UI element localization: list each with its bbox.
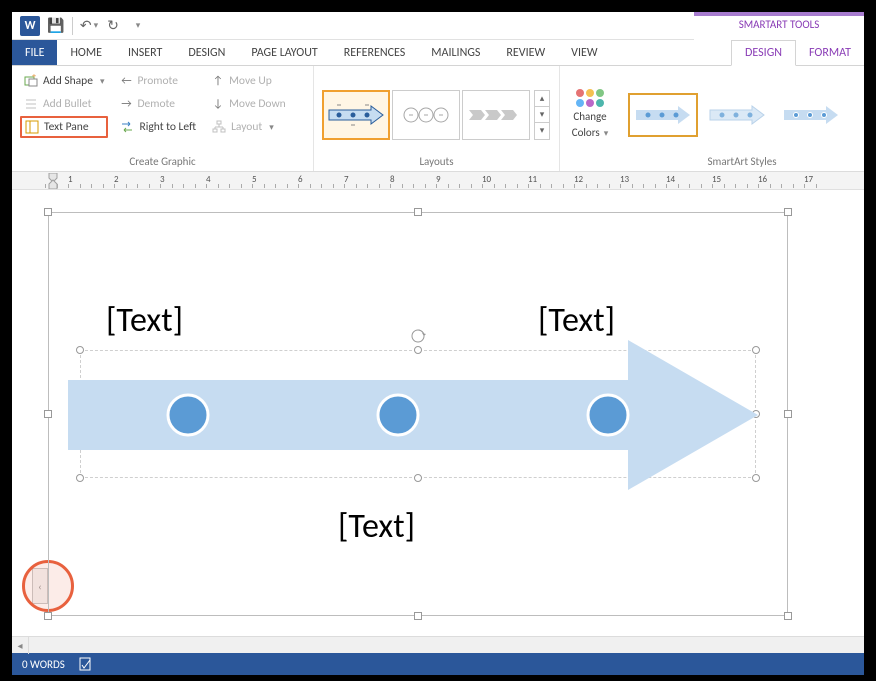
- status-bar: 0 WORDS: [12, 653, 864, 675]
- contextual-tool-tab-label: SMARTART TOOLS: [694, 12, 864, 40]
- layout-label: Layout: [231, 120, 262, 134]
- layout-gallery-spinner[interactable]: ▴ ▾ ▾: [534, 90, 550, 140]
- add-shape-label: Add Shape: [43, 74, 93, 88]
- tab-design[interactable]: DESIGN: [175, 40, 238, 65]
- add-bullet-button: Add Bullet: [20, 93, 108, 115]
- text-pane-expand-tab[interactable]: ‹: [32, 568, 48, 604]
- smartart-arrow-graphic: [68, 330, 768, 500]
- tab-smartart-format[interactable]: FORMAT: [796, 40, 864, 65]
- promote-button: ← Promote: [116, 70, 200, 92]
- layout-icon: [212, 120, 226, 134]
- ruler-tick: 15: [712, 174, 721, 185]
- change-colors-button[interactable]: Change Colors ▾: [562, 68, 618, 155]
- styles-gallery: [628, 70, 846, 153]
- word-count-label[interactable]: 0 WORDS: [22, 658, 65, 671]
- move-up-label: Move Up: [229, 74, 272, 88]
- ruler-tick: 11: [528, 174, 537, 185]
- change-colors-label2: Colors: [572, 126, 600, 139]
- group-create-graphic: + Add Shape ▾ Add Bullet: [12, 66, 314, 171]
- horizontal-scrollbar[interactable]: ◂: [12, 636, 864, 653]
- right-to-left-icon: [120, 120, 134, 134]
- group-smartart-styles: SmartArt Styles: [620, 66, 864, 171]
- ruler-tick: 12: [574, 174, 583, 185]
- move-up-button: ↑ Move Up: [208, 70, 290, 92]
- color-dots-icon: [576, 89, 604, 107]
- tab-mailings[interactable]: MAILINGS: [418, 40, 493, 65]
- layout-item-3[interactable]: [462, 90, 530, 140]
- scroll-left-icon[interactable]: ◂: [12, 637, 29, 654]
- demote-button: → Demote: [116, 93, 200, 115]
- add-bullet-label: Add Bullet: [43, 97, 91, 111]
- smartart-text-2[interactable]: [Text]: [538, 300, 615, 341]
- word-app-icon: [20, 16, 40, 36]
- move-up-arrow-icon: ↑: [212, 74, 224, 88]
- style-item-1[interactable]: [628, 93, 698, 137]
- change-colors-label1: Change: [573, 110, 606, 123]
- qat-customize-icon[interactable]: ▾: [125, 14, 149, 38]
- dropdown-icon: ▾: [269, 122, 274, 133]
- gallery-up-icon[interactable]: ▴: [535, 91, 549, 107]
- add-bullet-icon: [24, 97, 38, 111]
- text-pane-icon: [25, 120, 39, 134]
- demote-label: Demote: [137, 97, 175, 111]
- quick-access-title-bar: 💾 ↶▾ ↻ ▾ SMARTART TOOLS: [12, 12, 864, 40]
- indent-marker-icon[interactable]: [46, 173, 60, 189]
- add-shape-icon: +: [24, 74, 38, 88]
- group-label-styles: SmartArt Styles: [620, 155, 864, 171]
- ruler-tick: 16: [758, 174, 767, 185]
- layout-item-basic-timeline[interactable]: [322, 90, 390, 140]
- tab-view[interactable]: VIEW: [558, 40, 610, 65]
- group-label-layouts: Layouts: [314, 155, 559, 171]
- text-pane-label: Text Pane: [44, 120, 89, 134]
- add-shape-button[interactable]: + Add Shape ▾: [20, 70, 108, 92]
- svg-text:+: +: [32, 74, 36, 81]
- tab-insert[interactable]: INSERT: [115, 40, 175, 65]
- ruler-tick: 14: [666, 174, 675, 185]
- gallery-more-icon[interactable]: ▾: [535, 123, 549, 138]
- dropdown-icon: ▾: [602, 128, 609, 139]
- right-to-left-button[interactable]: Right to Left: [116, 116, 200, 138]
- layout-button: Layout ▾: [208, 116, 290, 138]
- app-window: 💾 ↶▾ ↻ ▾ SMARTART TOOLS FILE HOME INSERT…: [12, 12, 864, 669]
- tab-page-layout[interactable]: PAGE LAYOUT: [238, 40, 330, 65]
- tab-review[interactable]: REVIEW: [493, 40, 558, 65]
- document-area[interactable]: ‹: [12, 190, 864, 636]
- horizontal-ruler[interactable]: 1234567891011121314151617: [12, 172, 864, 190]
- redo-icon[interactable]: ↻: [101, 14, 125, 38]
- qat-separator: [72, 17, 73, 35]
- ruler-tick: 10: [482, 174, 491, 185]
- smartart-text-3[interactable]: [Text]: [338, 506, 415, 547]
- promote-arrow-icon: ←: [120, 74, 132, 88]
- save-icon[interactable]: 💾: [44, 14, 68, 38]
- ruler-tick: 13: [620, 174, 629, 185]
- move-down-button: ↓ Move Down: [208, 93, 290, 115]
- text-pane-button[interactable]: Text Pane: [20, 116, 108, 138]
- smartart-text-1[interactable]: [Text]: [106, 300, 183, 341]
- layouts-gallery: ▴ ▾ ▾: [322, 90, 550, 140]
- smartart-object[interactable]: [Text] [Text] [Text]: [48, 212, 788, 616]
- promote-label: Promote: [137, 74, 178, 88]
- layout-item-2[interactable]: [392, 90, 460, 140]
- ribbon-tab-strip: FILE HOME INSERT DESIGN PAGE LAYOUT REFE…: [12, 40, 864, 66]
- style-item-2[interactable]: [702, 93, 772, 137]
- ribbon: + Add Shape ▾ Add Bullet: [12, 66, 864, 172]
- move-down-arrow-icon: ↓: [212, 97, 224, 111]
- tab-file[interactable]: FILE: [12, 40, 57, 65]
- move-down-label: Move Down: [229, 97, 286, 111]
- group-change-colors: Change Colors ▾: [560, 66, 620, 171]
- right-to-left-label: Right to Left: [139, 120, 196, 134]
- tab-home[interactable]: HOME: [57, 40, 115, 65]
- tab-smartart-design[interactable]: DESIGN: [731, 40, 796, 66]
- demote-arrow-icon: →: [120, 97, 132, 111]
- dropdown-icon: ▾: [100, 76, 105, 87]
- style-item-3[interactable]: [776, 93, 846, 137]
- gallery-down-icon[interactable]: ▾: [535, 107, 549, 123]
- spellcheck-icon[interactable]: [79, 657, 93, 671]
- tab-references[interactable]: REFERENCES: [331, 40, 419, 65]
- ruler-tick: 17: [804, 174, 813, 185]
- group-layouts: ▴ ▾ ▾ Layouts: [314, 66, 560, 171]
- undo-icon[interactable]: ↶▾: [77, 14, 101, 38]
- group-label-create-graphic: Create Graphic: [12, 155, 313, 171]
